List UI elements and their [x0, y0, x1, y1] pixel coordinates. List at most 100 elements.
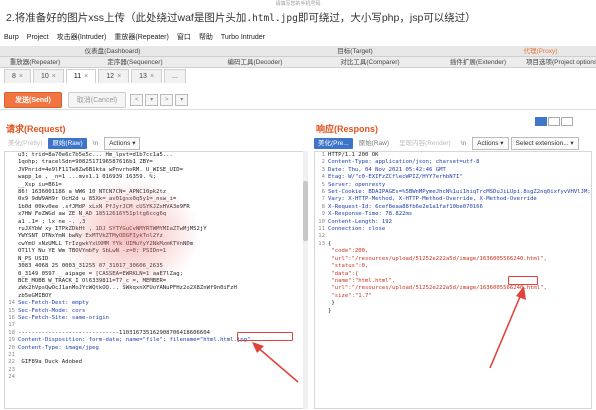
- line-text: Content-Type: image/jpeg: [18, 344, 99, 351]
- line-text: OT1lY Nu YE Wm TBOVYmbFy SbLwN -z=0; PSI…: [18, 248, 167, 255]
- action-bar: 发送(Send) 取消(Cancel) < ▾ > ▾: [4, 92, 190, 108]
- code-line: 14 Sec-Fetch-Dest: empty: [5, 300, 307, 307]
- line-number: 12: [318, 233, 325, 240]
- tool-tab[interactable]: 插件扩展(Extender): [430, 57, 526, 67]
- line-text: ------------------------------1103167351…: [18, 329, 210, 336]
- code-line: __Xsp iu=B61=: [5, 182, 307, 189]
- forward-button[interactable]: >: [160, 94, 174, 106]
- code-line: 1 HTTP/1.1 200 OK: [315, 152, 591, 159]
- response-title: 响应(Respons): [316, 124, 379, 134]
- line-number: 8: [321, 203, 325, 210]
- forward-dropdown-button[interactable]: ▾: [175, 94, 189, 106]
- tool-tab[interactable]: 项目选项(Project options): [526, 57, 596, 67]
- line-text: Content-Disposition: form-data; name="fi…: [18, 337, 251, 344]
- view-tab[interactable]: 美化(Pre...: [314, 137, 353, 149]
- line-text: "url":"/resources/upload/51252e222a5d/im…: [328, 285, 547, 292]
- main-tab[interactable]: 仪表盘(Dashboard): [0, 46, 225, 56]
- code-line: 20 Content-Type: image/jpeg: [5, 345, 307, 352]
- line-text: Content-Length: 192: [328, 218, 392, 225]
- code-line: zb5eGMIBOY: [5, 293, 307, 300]
- response-editor[interactable]: 1 HTTP/1.1 200 OK 2 Content-Type: applicati…: [314, 151, 592, 409]
- menu-item[interactable]: 帮助: [199, 32, 213, 42]
- menu-item[interactable]: 攻击器(Intruder): [57, 32, 107, 42]
- back-button[interactable]: <: [130, 94, 144, 106]
- main-tab[interactable]: 代理(Proxy): [485, 46, 596, 56]
- line-text: Sec-Fetch-Site: same-origin: [18, 314, 109, 321]
- back-dropdown-button[interactable]: ▾: [145, 94, 159, 106]
- repeater-tab-label: 13: [139, 73, 147, 80]
- close-icon[interactable]: ×: [117, 73, 121, 80]
- repeater-tab[interactable]: 11 ×: [65, 69, 97, 83]
- code-line: 3083 4068 25 0003_31255 07_31017_30606_2…: [5, 263, 307, 270]
- menu-item[interactable]: Project: [27, 34, 49, 41]
- line-text: cwYmU xNzUMLL TrIzgwkYxUXMM YYk UIMuYyY2…: [18, 240, 194, 247]
- split-horizontal-icon[interactable]: [535, 117, 547, 126]
- tool-tab[interactable]: 重放器(Repeater): [0, 57, 70, 67]
- layout-toggle[interactable]: [535, 117, 574, 126]
- menu-item[interactable]: Turbo Intruder: [221, 34, 265, 41]
- code-line: 21: [5, 352, 307, 359]
- line-number: 24: [8, 374, 15, 381]
- request-scrollbar[interactable]: [303, 151, 308, 409]
- repeater-tab[interactable]: 12 ×: [98, 69, 130, 83]
- repeater-tab[interactable]: 13 ×: [131, 69, 163, 83]
- line-text: }: [328, 300, 335, 307]
- line-text: Set-Cookie: BDAIPAGEs=%5BWnMPymeJhcN%1ui…: [328, 189, 592, 196]
- cancel-button[interactable]: 取消(Cancel): [67, 92, 127, 108]
- code-line: 11 Connection: close: [315, 226, 591, 233]
- line-text: "code":200,: [328, 248, 369, 255]
- line-text: {: [328, 240, 332, 247]
- split-vertical-icon[interactable]: [548, 117, 560, 126]
- close-icon[interactable]: ×: [19, 73, 23, 80]
- view-tab[interactable]: Actions ▾: [104, 136, 141, 150]
- line-number: 3: [321, 166, 325, 173]
- code-line: 0x9 9dW9AH9r OcH2d u 85Xk=_av01gsx0q5y1=…: [5, 196, 307, 203]
- tool-tab[interactable]: 定序器(Sequencer): [70, 57, 200, 67]
- code-line: OT1lY Nu YE Wm TBOVYmbFy SbLwN -z=0; PSI…: [5, 248, 307, 255]
- request-editor[interactable]: u3; trid=8a70e6c7b5e5c... Hm_lpvt=d1b7cc…: [4, 151, 308, 409]
- menu-item[interactable]: 窗口: [177, 32, 191, 42]
- view-tab[interactable]: 原始(Raw): [355, 138, 393, 149]
- view-tab[interactable]: Select extension... ▾: [510, 136, 579, 150]
- code-line: 4 Etag: W/"c0-EXIFzZCflecWPIZ/HYY7erhbN7I…: [315, 174, 591, 181]
- menu-item[interactable]: 重放器(Repeater): [114, 32, 168, 42]
- menu-item[interactable]: Burp: [4, 34, 19, 41]
- line-text: "size":"1.7": [328, 292, 372, 299]
- line-text: 1b0d 00kv0ee .sfJMdP xLxN PfJyrJCM cUSYK…: [18, 203, 190, 210]
- line-text: Content-Type: application/json; charset=…: [328, 159, 480, 166]
- view-tab[interactable]: 美化(Pretty): [4, 138, 46, 149]
- repeater-tab[interactable]: 8 ×: [4, 69, 31, 83]
- code-line: "url":"/resources/upload/51252e222a5d/im…: [315, 285, 591, 292]
- code-line: 17: [5, 322, 307, 329]
- close-icon[interactable]: ×: [84, 73, 88, 80]
- code-line: 15 Sec-Fetch-Mode: cors: [5, 308, 307, 315]
- caption-code: .html.jpg: [246, 13, 298, 24]
- main-tab[interactable]: 目标(Target): [225, 46, 485, 56]
- view-tab[interactable]: 呈现内容(Render): [395, 138, 455, 149]
- line-number: 15: [8, 307, 15, 314]
- view-tab[interactable]: \n: [457, 138, 470, 149]
- line-text: "status":0,: [328, 263, 369, 270]
- top-banner: 请填写您的手机号码: [275, 1, 321, 7]
- line-text: N_PS USID: [18, 255, 49, 262]
- code-line: 1b0d 00kv0ee .sfJMdP xLxN PfJyrJCM cUSYK…: [5, 204, 307, 211]
- line-text: Vary: X-HTTP-Method, X-HTTP-Method-Overr…: [328, 196, 537, 203]
- repeater-tab[interactable]: 10 ×: [33, 69, 64, 83]
- repeater-tab[interactable]: ...: [164, 69, 186, 83]
- view-tab[interactable]: 原始(Raw): [48, 137, 87, 149]
- single-pane-icon[interactable]: [561, 117, 573, 126]
- code-line: }: [315, 308, 591, 315]
- tool-tab[interactable]: 对比工具(Comparer): [310, 57, 430, 67]
- code-line: N_PS USID: [5, 256, 307, 263]
- code-line: "url":"/resources/upload/51252e222a5d/im…: [315, 256, 591, 263]
- line-text: a1 .1= ; lx ne -. ,3: [18, 218, 86, 225]
- code-line: 86! 1636001186 a WW6 10 NTCN7CN=_APNC10p…: [5, 189, 307, 196]
- close-icon[interactable]: ×: [52, 73, 56, 80]
- code-line: ruJXYbW xy ITPkZDkHt , 1DJ SYTYGuCvNMYRT…: [5, 226, 307, 233]
- send-button[interactable]: 发送(Send): [4, 92, 62, 108]
- tool-tab[interactable]: 编码工具(Decoder): [200, 57, 310, 67]
- view-tab[interactable]: \n: [89, 138, 102, 149]
- view-tab[interactable]: Actions ▾: [472, 136, 509, 150]
- close-icon[interactable]: ×: [150, 73, 154, 80]
- line-number: 1: [321, 152, 325, 158]
